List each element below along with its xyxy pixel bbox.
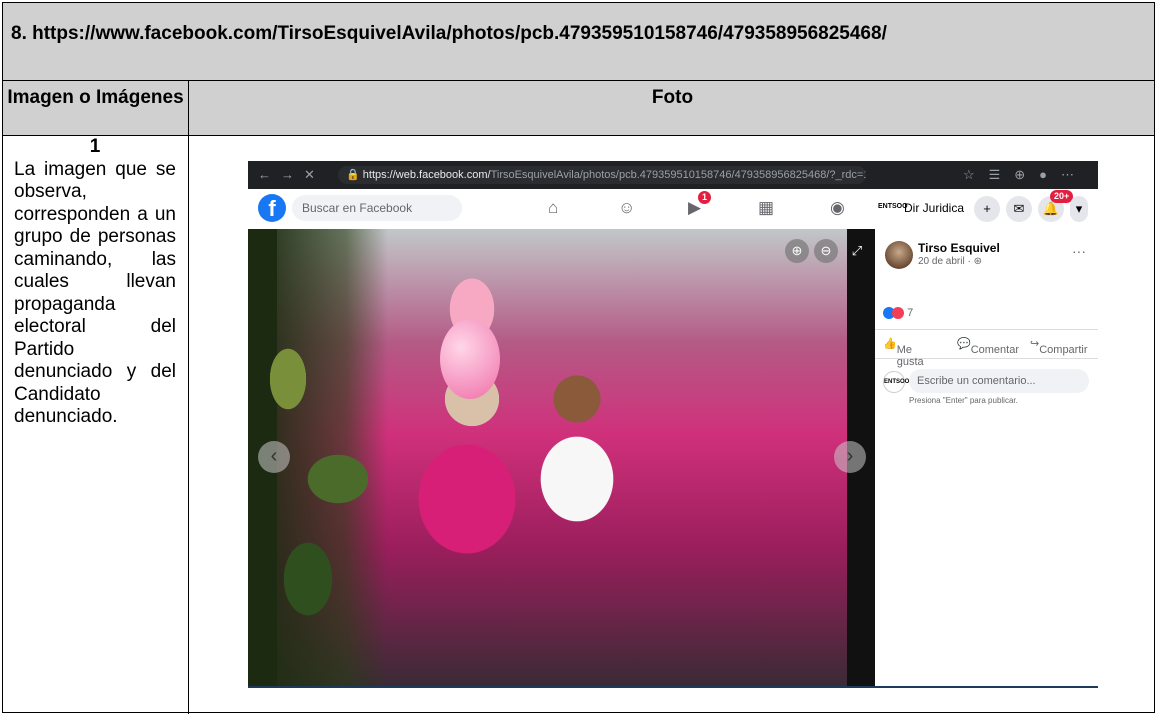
share-label: Compartir (1039, 344, 1088, 356)
messenger-icon: ✉ (1006, 196, 1032, 222)
comment-hint: Presiona "Enter" para publicar. (909, 396, 1018, 405)
url-path: TirsoEsquivelAvila/photos/pcb.4793595101… (490, 169, 866, 181)
previous-photo-icon: ‹ (258, 441, 290, 473)
facebook-account-area: ENTSOO Dir Juridica + ✉ 🔔 20+ ▾ (878, 190, 1088, 222)
image-description: 1 La imagen que se observa, corresponden… (14, 136, 176, 429)
facebook-header: f Buscar en Facebook ⌂ ☺ ▶ 1 ▦ ◉ ENTSOO … (248, 189, 1098, 230)
like-action: 👍 Me gusta (883, 338, 924, 368)
marketplace-icon: ▦ (758, 198, 775, 217)
column-divider (188, 81, 189, 714)
reaction-count: 7 (907, 307, 914, 319)
next-photo-icon: › (834, 441, 866, 473)
author-avatar (885, 241, 913, 269)
browser-toolbar: ←→✕ 🔒 https://web.facebook.com/TirsoEsqu… (248, 161, 1098, 189)
address-bar: 🔒 https://web.facebook.com/TirsoEsquivel… (338, 166, 866, 184)
description-text: La imagen que se observa, corresponden a… (14, 158, 176, 428)
browser-nav-icons: ←→✕ (258, 167, 325, 182)
pink-balloon (440, 319, 500, 399)
url-host: https://web.facebook.com/ (362, 169, 491, 181)
fullscreen-icon: ⤢ (851, 243, 863, 258)
header-images: Imagen o Imágenes (7, 87, 184, 108)
zoom-out-icon: ⊖ (814, 239, 838, 263)
post-date: 20 de abril · ⊛ (918, 256, 982, 267)
post-photo: ‹ › ⊕ ⊖ ⤢ (248, 229, 875, 686)
post-date-text: 20 de abril · (918, 256, 974, 267)
post-details-panel: Tirso Esquivel 20 de abril · ⊛ ··· 7 👍 M… (875, 229, 1098, 686)
home-icon: ⌂ (548, 198, 559, 217)
comment-action: 💬 Comentar (957, 338, 1019, 356)
post-actions: 👍 Me gusta 💬 Comentar ↪ Compartir (875, 329, 1098, 368)
post-author: Tirso Esquivel (918, 241, 1000, 255)
share-action: ↪ Compartir (1030, 338, 1088, 356)
create-icon: + (974, 196, 1000, 222)
zoom-in-icon: ⊕ (785, 239, 809, 263)
comment-input: Escribe un comentario... (909, 369, 1089, 393)
url-title: 8. https://www.facebook.com/TirsoEsquive… (11, 23, 887, 44)
watch-badge: 1 (698, 191, 712, 204)
more-options-icon: ··· (1072, 243, 1086, 259)
facebook-logo-icon: f (258, 194, 286, 222)
title-row: 8. https://www.facebook.com/TirsoEsquive… (3, 3, 1154, 81)
groups-icon: ◉ (830, 198, 845, 217)
reactions: 7 (883, 307, 914, 320)
like-label: Me gusta (896, 344, 924, 368)
header-photo: Foto (651, 87, 694, 108)
comment-label: Comentar (970, 344, 1019, 356)
facebook-search-input: Buscar en Facebook (292, 195, 462, 221)
image-number: 1 (89, 136, 101, 157)
header-row: Imagen o Imágenes Foto (3, 81, 1154, 136)
friends-icon: ☺ (618, 198, 636, 217)
love-reaction-icon (892, 307, 904, 320)
globe-icon: ⊛ (973, 256, 982, 267)
commenter-avatar: ENTSOO (883, 371, 909, 393)
comment-row: ENTSOO Escribe un comentario... (883, 369, 1090, 393)
facebook-screenshot: ←→✕ 🔒 https://web.facebook.com/TirsoEsqu… (248, 161, 1098, 688)
browser-extension-icons: ☆☰⊕●⋯ (962, 167, 1088, 182)
page-name: Dir Juridica (904, 201, 965, 215)
chevron-down-icon: ▾ (1070, 196, 1088, 222)
